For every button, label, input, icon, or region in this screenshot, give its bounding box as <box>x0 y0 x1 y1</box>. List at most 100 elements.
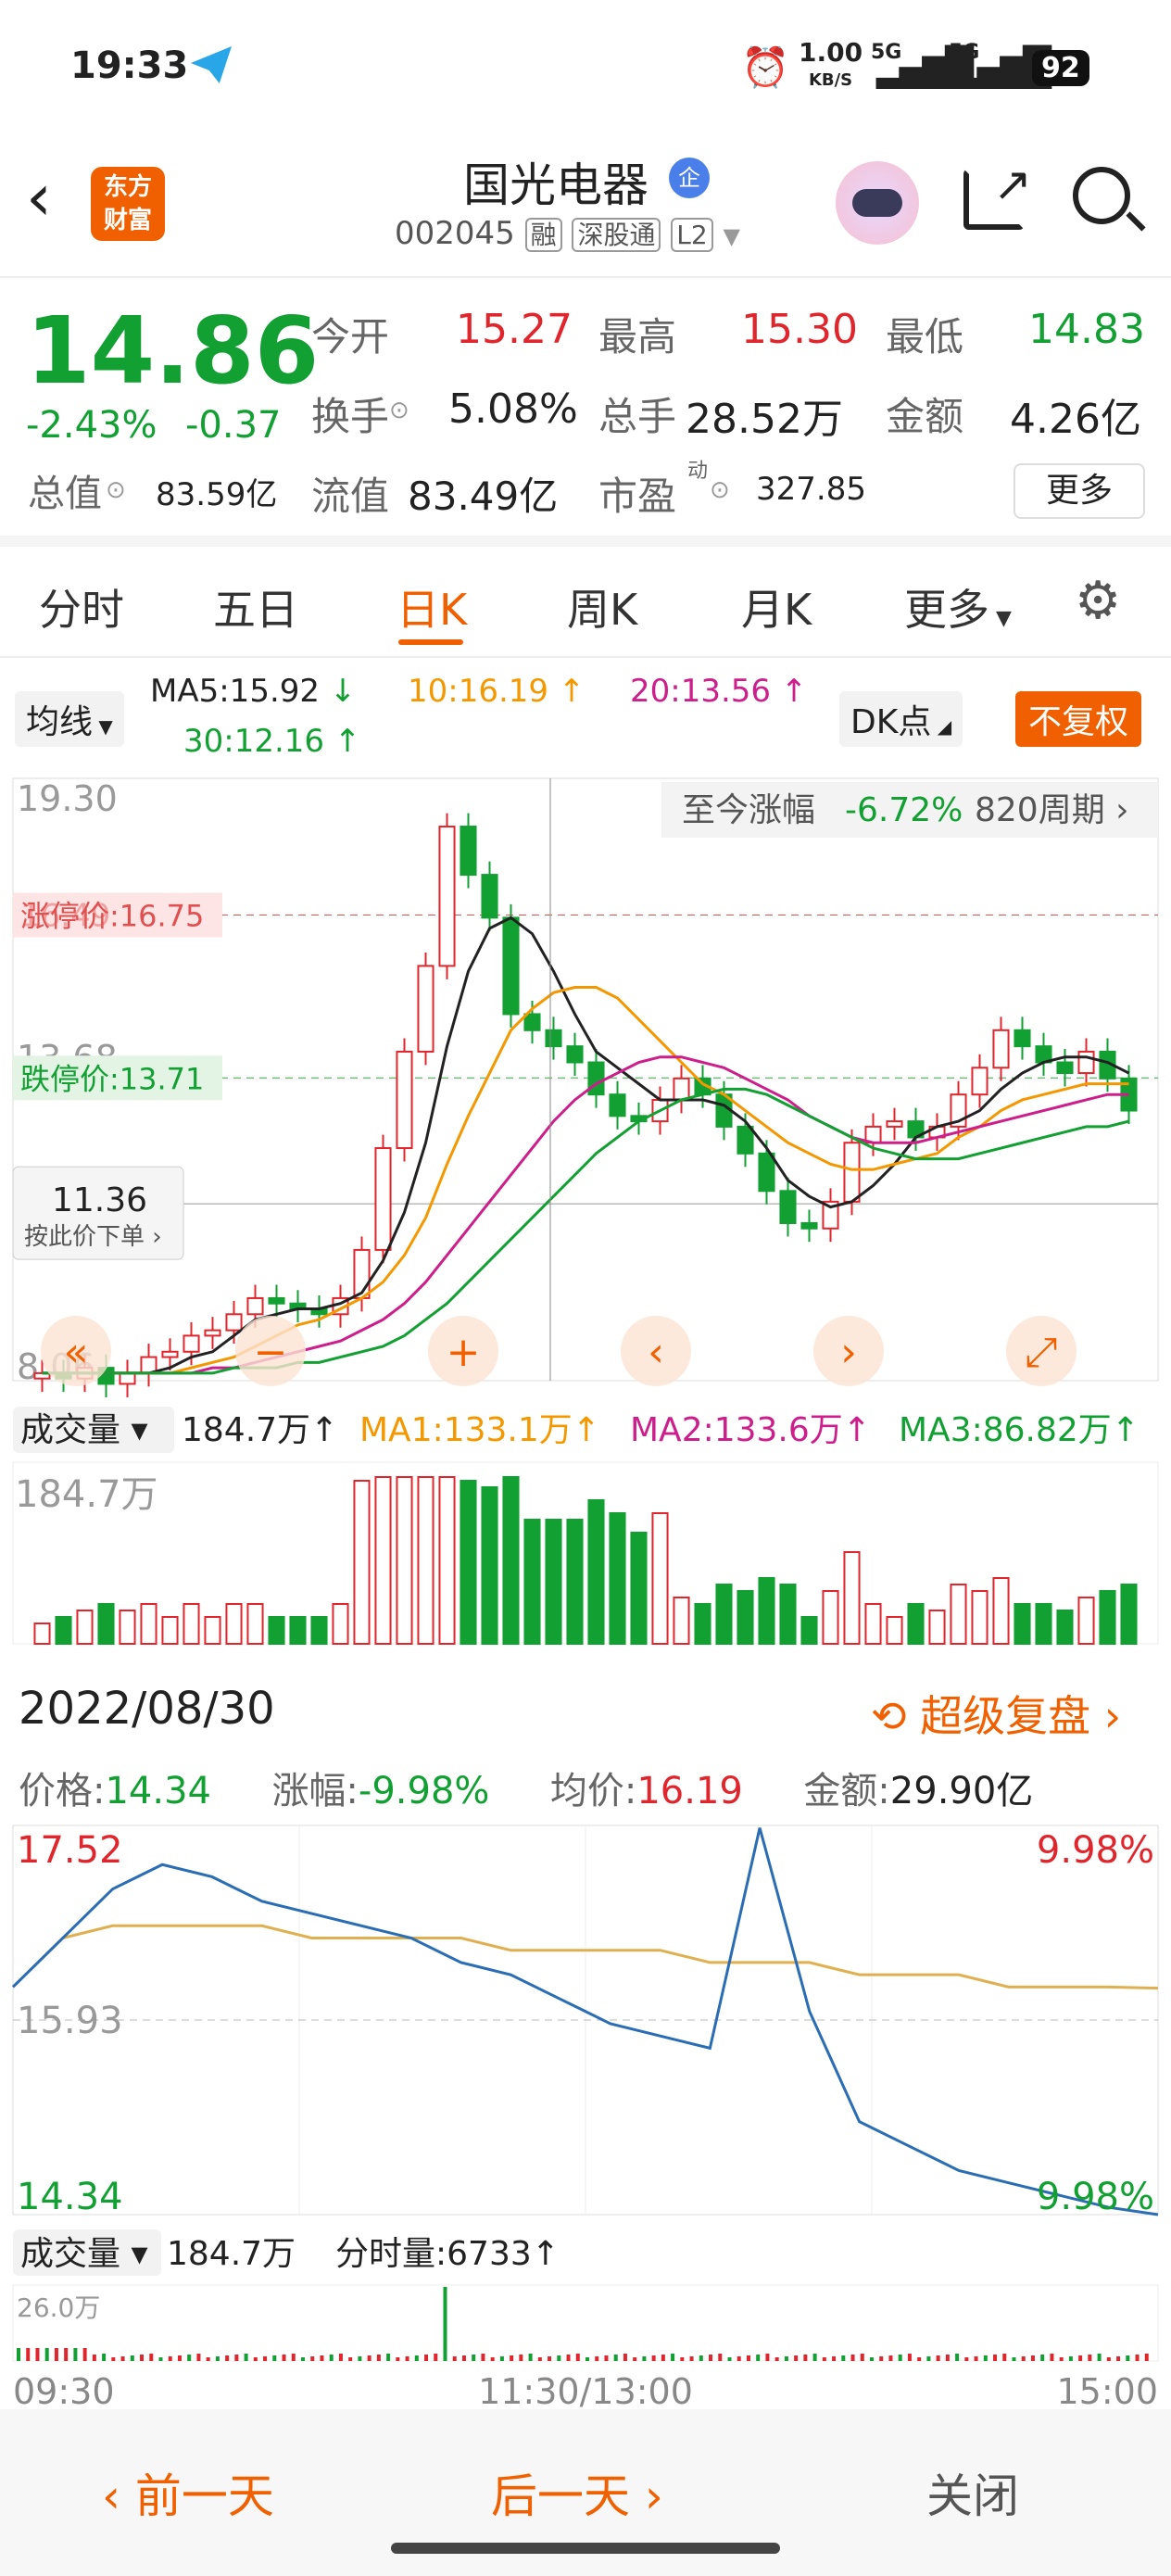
intraday-vol-bar <box>888 2355 893 2361</box>
expand-icon[interactable]: ⤢ <box>1025 1329 1057 1376</box>
intraday-vol-bar <box>481 2354 485 2361</box>
tab-5day[interactable]: 五日 <box>213 576 298 638</box>
intraday-vol-bar <box>699 2355 703 2361</box>
intraday-vol-bar <box>329 2355 334 2361</box>
intraday-vol-bar <box>917 2357 922 2361</box>
intraday-vol-bar <box>253 2357 258 2361</box>
intraday-vol-bar <box>310 2356 315 2361</box>
candle-body <box>566 1045 584 1064</box>
intraday-vol-bar <box>575 2354 580 2361</box>
review-panel: 2022/08/30 ⟲ 超级复盘 › 价格:14.34 涨幅:-9.98% 均… <box>0 1649 1171 2409</box>
ma5-text: MA5:15.92 <box>150 673 321 710</box>
pe-label: 市盈 <box>598 474 677 519</box>
volume-label: 总手 <box>598 394 677 439</box>
zoom-in-icon[interactable]: + <box>447 1329 481 1376</box>
adjust-type-button[interactable]: 不复权 <box>1015 691 1142 747</box>
dk-point-select[interactable]: DK点 ◢ <box>839 691 963 747</box>
candle-body <box>374 1147 392 1251</box>
info-icon-2[interactable]: ⊙ <box>389 397 409 424</box>
volume-bar <box>950 1584 967 1645</box>
vol-value: 184.7万↑ <box>182 1411 338 1449</box>
intraday-vol-bar <box>983 2355 988 2361</box>
zoom-out-icon[interactable]: − <box>254 1329 288 1376</box>
intraday-vol-bar <box>338 2354 343 2361</box>
scroll-left-icon[interactable]: ‹ <box>648 1329 664 1376</box>
tab-monthly-k[interactable]: 月K <box>741 576 812 638</box>
candle-body <box>119 1371 136 1385</box>
close-button[interactable]: 关闭 <box>926 2459 1019 2526</box>
super-review-button[interactable]: ⟲ 超级复盘 › <box>871 1683 1121 1744</box>
intraday-vol-bar <box>774 2357 779 2361</box>
tab-weekly-k[interactable]: 周K <box>567 576 637 638</box>
tab-daily-k[interactable]: 日K <box>397 576 467 638</box>
share-icon[interactable]: ↗ <box>963 161 1032 230</box>
intraday-vol-bar <box>671 2354 675 2361</box>
intraday-vol-bar <box>850 2355 855 2361</box>
candle-body <box>545 1029 562 1048</box>
volume-bar <box>246 1603 264 1645</box>
ma-type-select[interactable]: 均线 ▼ <box>15 691 124 747</box>
intraday-vol-value: 184.7万 <box>167 2235 296 2273</box>
fast-back-icon[interactable]: « <box>64 1329 89 1376</box>
intraday-vol-bar <box>879 2356 884 2361</box>
chevron-down-icon: ▼ <box>723 223 740 249</box>
search-icon[interactable] <box>1073 167 1146 232</box>
intraday-vol-bar <box>680 2357 685 2361</box>
candle-body <box>737 1125 754 1155</box>
assistant-avatar[interactable] <box>836 161 919 245</box>
candle-body <box>268 1296 285 1305</box>
margin-tag: 融 <box>524 218 562 252</box>
period-tabs: 分时 五日 日K 周K 月K 更多 ▼ ⚙ <box>0 547 1171 658</box>
intraday-vol-bar <box>1059 2357 1064 2361</box>
intraday-y-bot: 14.34 <box>17 2176 123 2218</box>
intraday-vol-bar <box>718 2354 723 2361</box>
volume-bar <box>673 1597 690 1645</box>
intraday-vol-bar <box>64 2348 69 2361</box>
eastmoney-logo[interactable]: 东方 财富 <box>91 167 165 241</box>
scroll-right-icon[interactable]: › <box>840 1329 857 1376</box>
alarm-icon: ⏰ <box>741 44 790 90</box>
candle-body <box>843 1142 861 1203</box>
intraday-vol-bar <box>17 2348 20 2361</box>
more-button[interactable]: 更多 <box>1014 463 1145 519</box>
prev-day-button[interactable]: ‹ 前一天 <box>102 2459 274 2526</box>
kline-area[interactable]: 19.3013.688.0616.49涨停价:16.75跌停价:13.7111.… <box>0 769 1171 1649</box>
ma10-text: 10:16.19 <box>408 673 549 710</box>
intraday-vol-bar <box>1116 2356 1121 2361</box>
intraday-vol-bar <box>907 2354 912 2361</box>
ma30-value: 30:12.16 ↑ <box>183 723 361 760</box>
intraday-vol-bar <box>130 2355 134 2361</box>
intraday-vol-bar <box>168 2356 172 2361</box>
gear-icon[interactable]: ⚙ <box>1075 571 1121 631</box>
intraday-vol-bar <box>1021 2356 1026 2361</box>
next-day-label: 后一天 <box>491 2469 630 2523</box>
float-value: 83.49亿 <box>408 474 559 519</box>
info-icon-3[interactable]: ⊙ <box>710 476 730 504</box>
intraday-vol-bar <box>272 2355 277 2361</box>
intraday-vol-bar <box>1106 2357 1111 2361</box>
amount-label: 金额 <box>886 394 964 439</box>
intraday-chart[interactable]: 17.52 15.93 14.34 9.98% 9.98% 成交量 ▾ 184.7万 分时量:… <box>0 1816 1171 2409</box>
intraday-vol-bar <box>1126 2355 1130 2361</box>
intraday-y-mid: 15.93 <box>17 2000 123 2042</box>
vol-ma3: MA3:86.82万↑ <box>899 1411 1140 1449</box>
kline-chart[interactable]: 19.3013.688.0616.49涨停价:16.75跌停价:13.7111.… <box>0 769 1171 1649</box>
low-label: 最低 <box>886 314 964 360</box>
tab-more[interactable]: 更多 ▼ <box>904 576 1012 638</box>
mktcap-label: 总值 <box>28 473 102 515</box>
intraday-vol-bar <box>225 2355 230 2361</box>
next-day-button[interactable]: 后一天 › <box>491 2459 663 2526</box>
since-value: -6.72% <box>845 791 963 829</box>
candle-body <box>438 826 456 967</box>
stock-code-row[interactable]: 002045 融 深股通 L2 ▼ <box>395 215 740 252</box>
hk-connect-tag: 深股通 <box>572 218 661 252</box>
info-icon[interactable]: ⊙ <box>106 476 126 504</box>
turnover-value: 5.08% <box>448 385 578 433</box>
tab-intraday[interactable]: 分时 <box>39 576 124 638</box>
price-label: 价格: <box>19 1770 106 1812</box>
intraday-vol-bar <box>82 2348 87 2361</box>
volume-bar <box>310 1616 328 1645</box>
back-arrow-icon[interactable]: ‹ <box>26 165 52 230</box>
intraday-vol-bar <box>651 2355 656 2361</box>
intraday-vol-bar <box>936 2355 940 2361</box>
